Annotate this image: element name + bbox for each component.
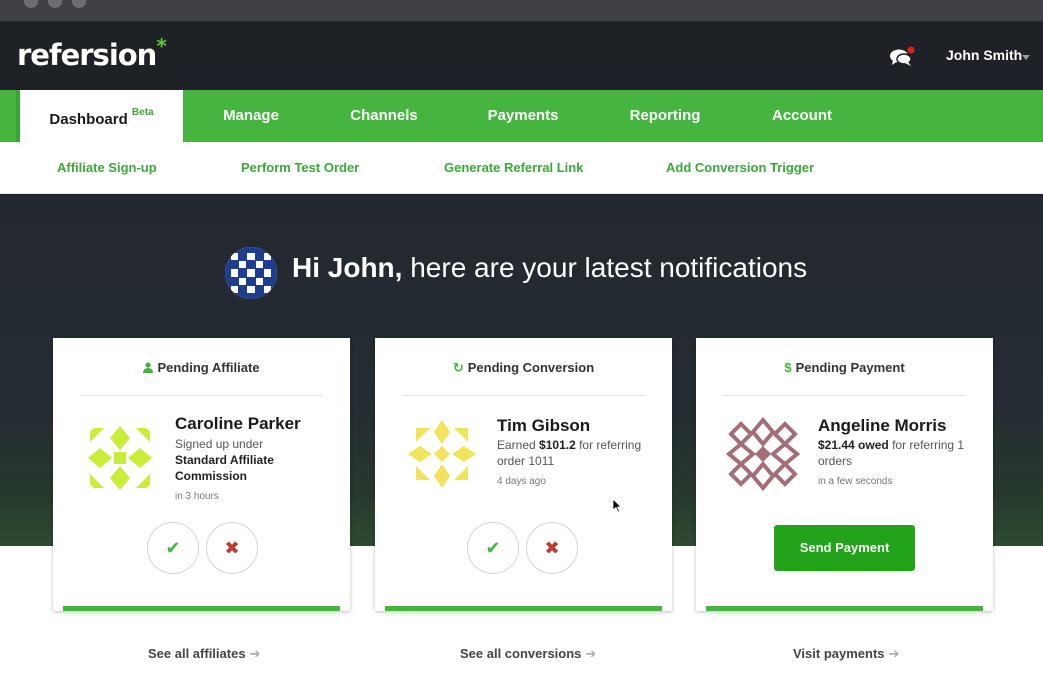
sub-nav: Affiliate Sign-up Perform Test Order Gen… <box>0 142 1043 194</box>
send-payment-button[interactable]: Send Payment <box>774 525 915 571</box>
notification-dot <box>907 46 915 54</box>
greeting-text: Hi John, <box>292 252 403 283</box>
payment-avatar <box>723 414 803 494</box>
divider <box>402 395 645 396</box>
arrow-right-icon: ➔ <box>249 646 261 661</box>
payee-name[interactable]: Angeline Morris <box>818 416 946 436</box>
arrow-right-icon: ➔ <box>888 646 900 661</box>
timestamp: in 3 hours <box>175 491 219 502</box>
pending-payment-card: $ Pending Payment Angeline Morris $21.44 … <box>696 338 993 611</box>
card-title: Pending Conversion <box>467 360 595 375</box>
add-conversion-trigger-link[interactable]: Add Conversion Trigger <box>666 160 814 175</box>
chat-bubbles-icon[interactable] <box>889 46 915 68</box>
approve-button[interactable]: ✔ <box>467 522 519 574</box>
card-header: ↻ Pending Conversion <box>375 360 672 376</box>
conversion-amount: $101.2 <box>539 438 576 452</box>
dollar-icon: $ <box>784 360 792 375</box>
affiliate-avatar <box>80 418 160 498</box>
card-title: Pending Affiliate <box>157 360 260 375</box>
timestamp: 4 days ago <box>497 476 546 487</box>
divider <box>80 395 323 396</box>
refersion-logo[interactable]: refersion* <box>17 34 167 72</box>
desc-text: Signed up under <box>175 437 264 451</box>
zoom-window-button[interactable] <box>72 0 86 8</box>
card-accent-bar <box>706 606 983 611</box>
pending-affiliate-card: Pending Affiliate Caroline Parker Signed… <box>53 338 350 611</box>
logo-mark: * <box>156 34 167 58</box>
affiliate-description: Signed up under Standard Affiliate Commis… <box>175 436 325 484</box>
tab-channels[interactable]: Channels <box>337 90 431 142</box>
divider <box>723 395 966 396</box>
payment-description: $21.44 owed for referring 1 orders <box>818 437 968 469</box>
beta-badge: Beta <box>131 107 154 118</box>
tab-dashboard-label: Dashboard <box>49 111 128 128</box>
see-all-conversions-link[interactable]: See all conversions ➔ <box>460 646 596 662</box>
card-header: Pending Affiliate <box>53 360 350 375</box>
affiliate-name[interactable]: Caroline Parker <box>175 414 301 434</box>
tab-reporting[interactable]: Reporting <box>614 90 716 142</box>
affiliate-signup-link[interactable]: Affiliate Sign-up <box>57 160 157 175</box>
reject-button[interactable]: ✖ <box>206 522 258 574</box>
reject-button[interactable]: ✖ <box>526 522 578 574</box>
conversion-description: Earned $101.2 for referring order 1011 <box>497 437 647 469</box>
notifications-heading: Hi John, here are your latest notificati… <box>292 252 807 284</box>
commission-name: Standard Affiliate Commission <box>175 453 274 483</box>
card-title: Pending Payment <box>795 360 905 375</box>
conversion-affiliate-name[interactable]: Tim Gibson <box>497 416 590 436</box>
tab-account[interactable]: Account <box>758 90 846 142</box>
arrow-right-icon: ➔ <box>585 646 597 661</box>
conversion-avatar <box>402 414 482 494</box>
greeting-message: here are your latest notifications <box>410 252 808 283</box>
logo-text: refersion <box>17 38 157 72</box>
app-header: refersion* John Smith <box>0 22 1043 90</box>
card-accent-bar <box>63 606 340 611</box>
mouse-cursor-icon <box>612 498 622 513</box>
link-label: See all conversions <box>460 646 582 661</box>
minimize-window-button[interactable] <box>48 0 62 8</box>
main-nav: Dashboard Beta Manage Channels Payments … <box>0 90 1043 142</box>
user-avatar <box>225 247 277 299</box>
card-accent-bar <box>385 606 662 611</box>
tab-payments[interactable]: Payments <box>474 90 572 142</box>
link-label: Visit payments <box>793 646 885 661</box>
user-icon <box>143 362 154 373</box>
pending-conversion-card: ↻ Pending Conversion Tim Gibson Earned $1… <box>375 338 672 611</box>
visit-payments-link[interactable]: Visit payments ➔ <box>793 646 899 662</box>
perform-test-order-link[interactable]: Perform Test Order <box>241 160 359 175</box>
close-window-button[interactable] <box>24 0 38 8</box>
card-header: $ Pending Payment <box>696 360 993 375</box>
see-all-affiliates-link[interactable]: See all affiliates ➔ <box>148 646 260 662</box>
approve-button[interactable]: ✔ <box>147 522 199 574</box>
tab-dashboard[interactable]: Dashboard Beta <box>16 90 183 142</box>
link-label: See all affiliates <box>148 646 246 661</box>
timestamp: in a few seconds <box>818 476 893 487</box>
tab-manage[interactable]: Manage <box>205 90 297 142</box>
chevron-down-icon[interactable] <box>1022 55 1030 60</box>
desc-prefix: Earned <box>497 438 536 452</box>
amount-owed: $21.44 owed <box>818 438 889 452</box>
user-menu[interactable]: John Smith <box>946 47 1022 63</box>
refresh-icon: ↻ <box>452 360 464 375</box>
generate-referral-link-link[interactable]: Generate Referral Link <box>444 160 583 175</box>
window-titlebar <box>0 0 1043 22</box>
